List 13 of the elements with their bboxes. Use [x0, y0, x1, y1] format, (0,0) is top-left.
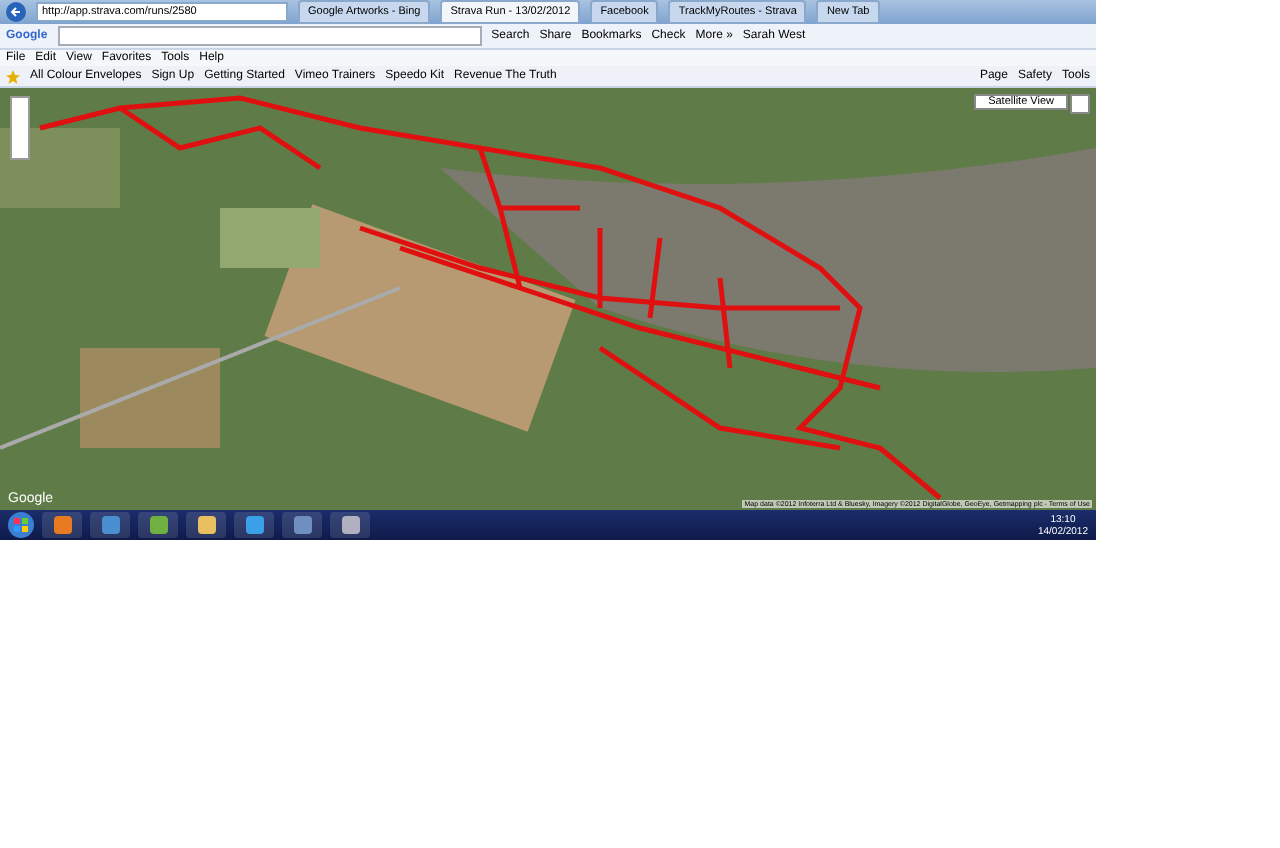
- start-button[interactable]: [8, 512, 34, 538]
- app-icon[interactable]: [138, 512, 178, 538]
- app-icon[interactable]: [234, 512, 274, 538]
- zoom-control[interactable]: [10, 96, 30, 160]
- app-icon[interactable]: [282, 512, 322, 538]
- fullscreen-button[interactable]: [1070, 94, 1090, 114]
- search-field[interactable]: [57, 26, 482, 46]
- app-icon[interactable]: [90, 512, 130, 538]
- app-icon[interactable]: [186, 512, 226, 538]
- app-icon[interactable]: [42, 512, 82, 538]
- back-button[interactable]: [6, 2, 26, 22]
- star-icon[interactable]: [6, 69, 20, 83]
- app-icon[interactable]: [330, 512, 370, 538]
